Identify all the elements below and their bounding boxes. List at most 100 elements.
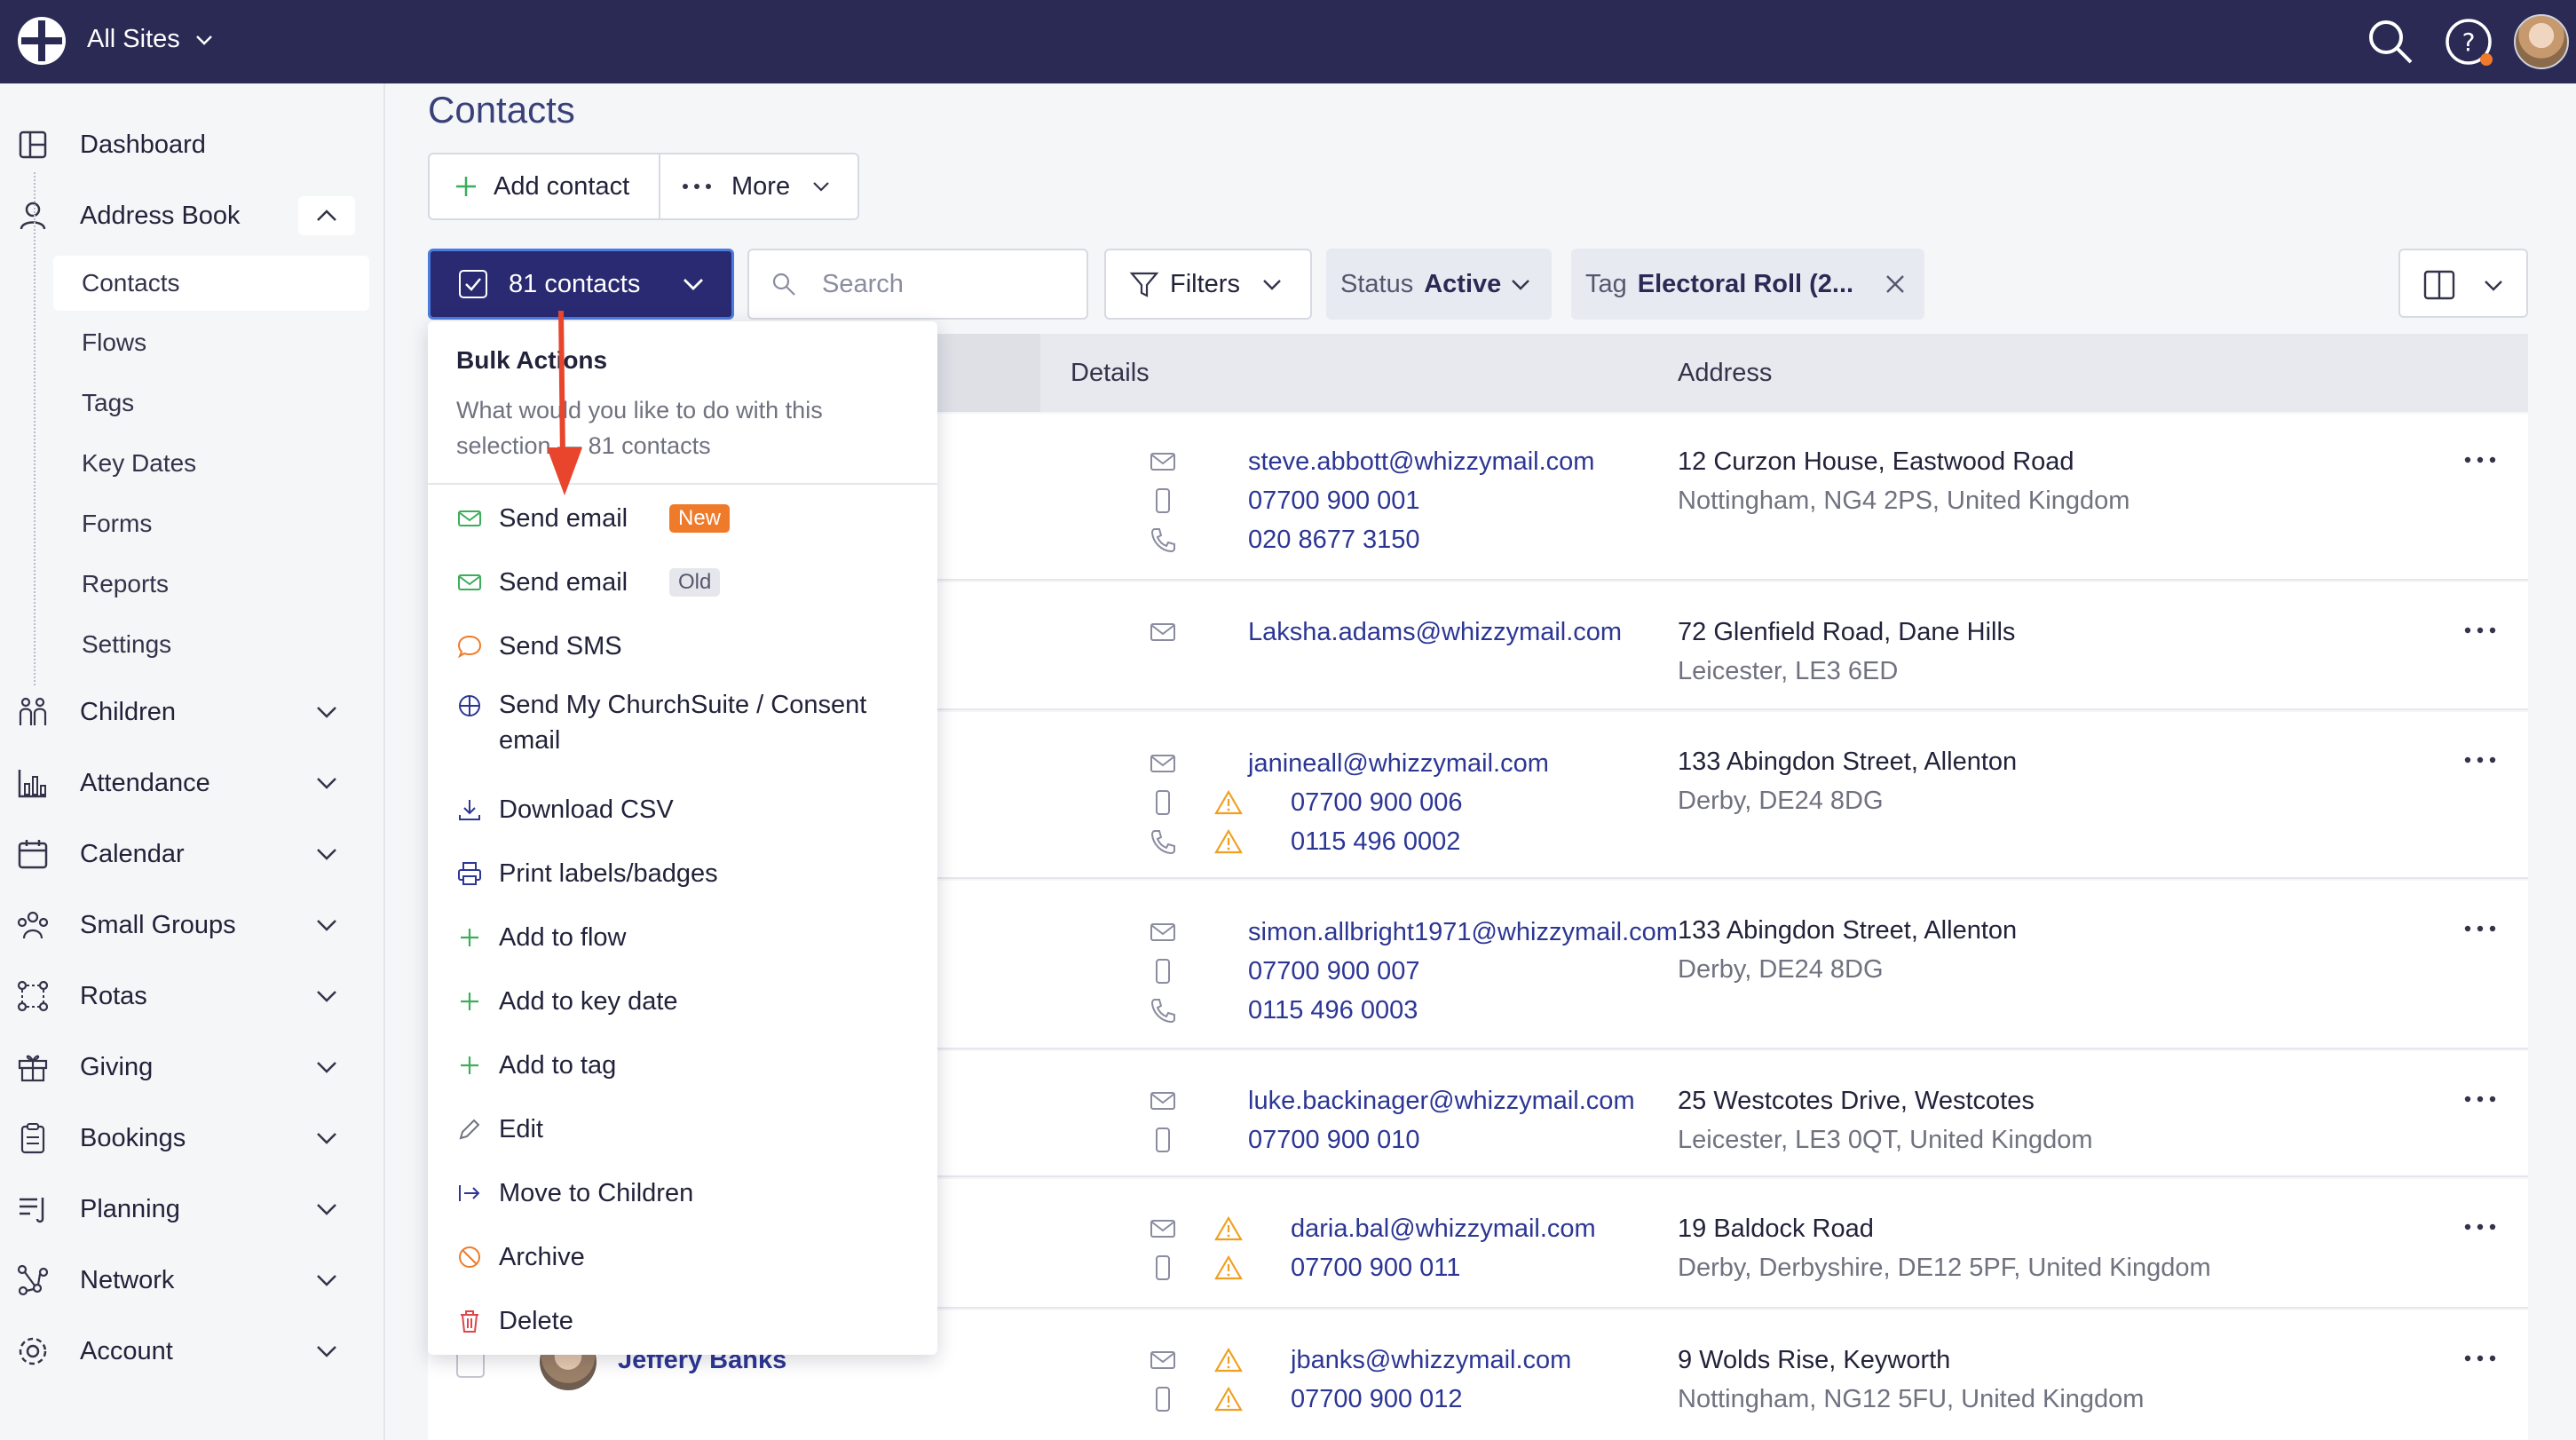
divider — [428, 483, 937, 485]
sidebar-item-planning[interactable]: Planning — [0, 1183, 385, 1236]
menu-item-print-labels[interactable]: Print labels/badges — [456, 847, 918, 900]
sidebar-item-bookings[interactable]: Bookings — [0, 1112, 385, 1165]
calendar-icon — [18, 840, 48, 869]
search-icon[interactable] — [2365, 16, 2416, 67]
sidebar-item-network[interactable]: Network — [0, 1254, 385, 1307]
sidebar-subitem-reports[interactable]: Reports — [53, 557, 369, 612]
menu-item-download-csv[interactable]: Download CSV — [456, 783, 918, 836]
phone-link[interactable]: 020 8677 3150 — [1248, 526, 1420, 555]
table-header: Details Address — [937, 334, 2528, 412]
row-actions-icon[interactable] — [2462, 1349, 2498, 1367]
menu-item-send-sms[interactable]: Send SMS — [456, 620, 918, 673]
mail-icon — [1150, 1220, 1175, 1238]
sidebar-subitem-settings[interactable]: Settings — [53, 617, 369, 672]
sidebar-label: Attendance — [80, 768, 210, 797]
mobile-link[interactable]: 07700 900 011 — [1291, 1254, 1460, 1283]
menu-item-move-to-children[interactable]: Move to Children — [456, 1167, 918, 1220]
row-actions-icon[interactable] — [2462, 1090, 2498, 1108]
menu-item-delete[interactable]: Delete — [456, 1294, 918, 1348]
email-link[interactable]: janineall@whizzymail.com — [1248, 749, 1549, 779]
row-actions-icon[interactable] — [2462, 920, 2498, 938]
sidebar-label: Calendar — [80, 839, 185, 868]
mobile-icon — [1156, 1387, 1170, 1412]
row-actions-icon[interactable] — [2462, 1218, 2498, 1236]
column-header-address[interactable]: Address — [1678, 359, 1772, 388]
column-header-details[interactable]: Details — [1071, 359, 1150, 388]
menu-item-send-my-churchsuite[interactable]: Send My ChurchSuite / Consent email — [456, 684, 918, 758]
chevron-down-icon — [1263, 280, 1281, 290]
sidebar-subitem-tags[interactable]: Tags — [53, 376, 369, 431]
phone-link[interactable]: 0115 496 0002 — [1291, 827, 1460, 857]
menu-item-send-email-new[interactable]: Send email New — [456, 492, 918, 545]
help-icon[interactable]: ? — [2443, 16, 2494, 67]
sidebar-item-attendance[interactable]: Attendance — [0, 756, 385, 810]
menu-item-send-email-old[interactable]: Send email Old — [456, 556, 918, 609]
sidebar-item-giving[interactable]: Giving — [0, 1040, 385, 1094]
plus-icon — [456, 177, 476, 196]
email-link[interactable]: Laksha.adams@whizzymail.com — [1248, 618, 1622, 647]
menu-item-archive[interactable]: Archive — [456, 1230, 918, 1284]
mobile-link[interactable]: 07700 900 012 — [1291, 1385, 1463, 1414]
sidebar-subitem-forms[interactable]: Forms — [53, 496, 369, 551]
sidebar-subitem-flows[interactable]: Flows — [53, 315, 369, 370]
row-actions-icon[interactable] — [2462, 451, 2498, 469]
sidebar-item-account[interactable]: Account — [0, 1325, 385, 1378]
sidebar-item-address-book[interactable]: Address Book — [0, 189, 385, 242]
menu-item-add-to-key-date[interactable]: Add to key date — [456, 975, 918, 1028]
email-link[interactable]: jbanks@whizzymail.com — [1291, 1346, 1571, 1375]
mobile-link[interactable]: 07700 900 006 — [1291, 788, 1463, 818]
sidebar-item-calendar[interactable]: Calendar — [0, 827, 385, 881]
sidebar-subitem-contacts[interactable]: Contacts — [53, 256, 369, 311]
sidebar-label: Small Groups — [80, 910, 236, 939]
menu-item-edit[interactable]: Edit — [456, 1103, 918, 1156]
page-title: Contacts — [428, 89, 575, 131]
subitem-label: Settings — [82, 630, 172, 658]
sidebar-item-dashboard[interactable]: Dashboard — [0, 118, 385, 171]
sidebar-item-small-groups[interactable]: Small Groups — [0, 898, 385, 952]
add-contact-button[interactable]: Add contact — [430, 154, 660, 218]
mobile-link[interactable]: 07700 900 010 — [1248, 1126, 1420, 1155]
tag-filter-chip[interactable]: Tag Electoral Roll (2... — [1571, 249, 1924, 320]
mobile-link[interactable]: 07700 900 007 — [1248, 957, 1420, 986]
filters-button[interactable]: Filters — [1104, 249, 1312, 320]
more-button[interactable]: More — [660, 154, 833, 218]
sidebar-item-rotas[interactable]: Rotas — [0, 969, 385, 1023]
row-actions-icon[interactable] — [2462, 751, 2498, 769]
search-input[interactable]: Search — [747, 249, 1088, 320]
email-link[interactable]: simon.allbright1971@whizzymail.com — [1248, 918, 1678, 947]
trash-icon — [461, 1310, 478, 1333]
menu-item-add-to-tag[interactable]: Add to tag — [456, 1039, 918, 1092]
mobile-icon — [1156, 488, 1170, 513]
mobile-link[interactable]: 07700 900 001 — [1248, 487, 1420, 516]
address-line-2: Leicester, LE3 0QT, United Kingdom — [1678, 1126, 2093, 1154]
plus-icon — [461, 1056, 478, 1074]
churchsuite-logo-icon[interactable] — [16, 15, 67, 67]
status-value: Active — [1424, 269, 1502, 298]
mail-icon — [1150, 1092, 1175, 1110]
svg-text:?: ? — [2462, 28, 2476, 57]
printer-icon — [458, 862, 481, 885]
menu-item-add-to-flow[interactable]: Add to flow — [456, 911, 918, 964]
phone-link[interactable]: 0115 496 0003 — [1248, 996, 1418, 1025]
row-actions-icon[interactable] — [2462, 621, 2498, 639]
user-avatar[interactable] — [2514, 14, 2569, 69]
chevron-down-icon — [317, 991, 336, 1002]
address-line-1: 9 Wolds Rise, Keyworth — [1678, 1346, 1951, 1374]
sidebar-label: Bookings — [80, 1123, 186, 1152]
email-link[interactable]: daria.bal@whizzymail.com — [1291, 1215, 1596, 1244]
bulk-select-label: 81 contacts — [509, 269, 641, 298]
email-link[interactable]: steve.abbott@whizzymail.com — [1248, 447, 1594, 477]
site-selector[interactable]: All Sites — [87, 25, 216, 54]
address-line-2: Derby, DE24 8DG — [1678, 955, 1884, 984]
sidebar-item-children[interactable]: Children — [0, 685, 385, 739]
mail-icon — [458, 574, 481, 590]
column-layout-button[interactable] — [2398, 249, 2528, 318]
menu-item-label: Delete — [499, 1306, 573, 1335]
close-icon[interactable] — [1882, 271, 1908, 297]
email-link[interactable]: luke.backinager@whizzymail.com — [1248, 1087, 1635, 1116]
sidebar-subitem-key-dates[interactable]: Key Dates — [53, 436, 369, 491]
phone-icon — [1150, 830, 1175, 855]
status-filter-chip[interactable]: Status Active — [1326, 249, 1552, 320]
chevron-down-icon — [317, 1133, 336, 1144]
archive-ban-icon — [459, 1246, 480, 1268]
